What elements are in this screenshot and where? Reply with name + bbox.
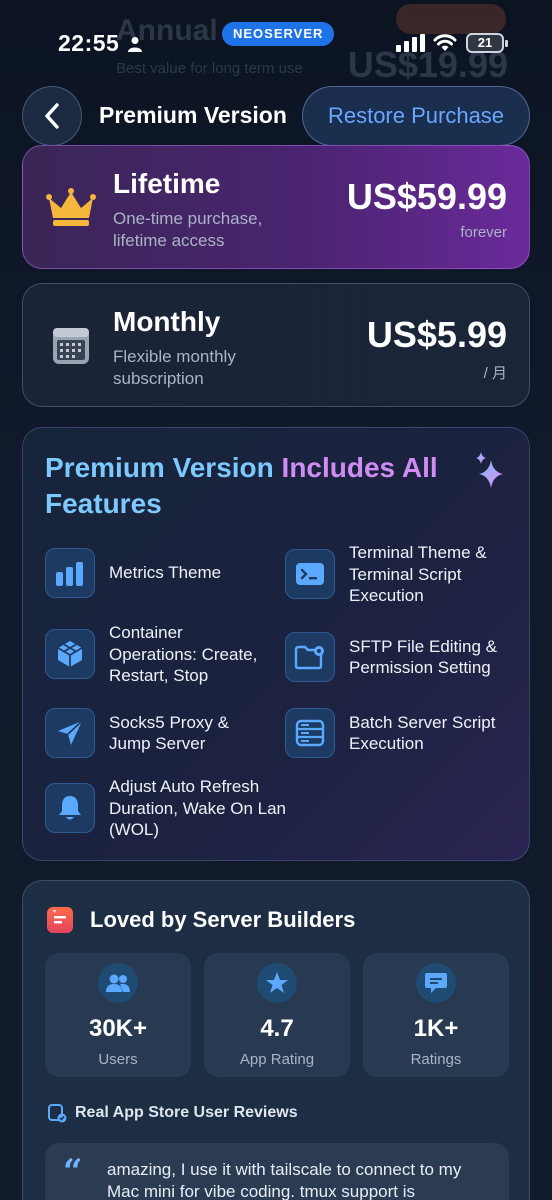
chat-icon [416, 963, 456, 1003]
feature-item-auto-refresh: Adjust Auto Refresh Duration, Wake On La… [45, 776, 295, 841]
verified-icon [48, 1104, 67, 1123]
features-title: Premium Version Includes All Features [45, 450, 475, 522]
feature-item-batch: Batch Server Script Execution [285, 708, 515, 758]
reviews-heading: Real App Store User Reviews [47, 1103, 298, 1123]
folder-gear-icon [285, 632, 335, 682]
page-title: Premium Version [99, 102, 287, 128]
feature-label: Batch Server Script Execution [349, 712, 496, 754]
feature-label: SFTP File Editing & Permission Setting [349, 636, 498, 678]
features-title-part2: Includes All [281, 452, 438, 483]
star-icon [257, 963, 297, 1003]
plan-unit: / 月 [483, 365, 507, 382]
back-button[interactable] [22, 86, 82, 146]
feature-item-socks5: Socks5 Proxy & Jump Server [45, 708, 275, 758]
reviews-heading-label: Real App Store User Reviews [75, 1104, 298, 1121]
feature-item-metrics-theme: Metrics Theme [45, 548, 265, 598]
stat-label: Ratings [410, 1051, 462, 1068]
features-card: Premium Version Includes All Features Me… [22, 427, 530, 861]
feature-label: Terminal Theme & Terminal Script Executi… [349, 543, 487, 605]
plan-price: US$59.99 [346, 176, 507, 217]
stat-app-rating: 4.7 App Rating [204, 953, 350, 1077]
review-text: amazing, I use it with tailscale to conn… [107, 1160, 462, 1200]
feature-item-terminal: Terminal Theme & Terminal Script Executi… [285, 542, 515, 607]
stat-users: 30K+ Users [45, 953, 191, 1077]
crown-icon [46, 188, 96, 226]
stat-label: Users [98, 1051, 138, 1068]
stat-label: App Rating [239, 1051, 315, 1068]
users-icon [98, 963, 138, 1003]
features-title-part3: Features [45, 488, 162, 519]
feature-item-container-ops: Container Operations: Create, Restart, S… [45, 622, 275, 687]
feature-label: Socks5 Proxy & Jump Server [109, 712, 229, 754]
features-title-part1: Premium Version [45, 452, 282, 483]
plan-unit: forever [460, 224, 507, 241]
cellular-signal-icon [396, 34, 425, 52]
plan-card-monthly[interactable]: Monthly Flexible monthly subscription US… [22, 283, 530, 407]
bar-chart-icon [45, 548, 95, 598]
heart-card-icon [47, 907, 73, 933]
container-icon [45, 629, 95, 680]
terminal-icon [285, 549, 335, 600]
restore-purchase-button[interactable]: Restore Purchase [302, 86, 530, 146]
stat-value: 1K+ [413, 1015, 459, 1042]
feature-label: Adjust Auto Refresh Duration, Wake On La… [109, 777, 287, 839]
stat-value: 30K+ [88, 1015, 148, 1042]
plan-price: US$5.99 [366, 314, 507, 355]
social-proof-card: Loved by Server Builders 30K+ Users 4.7 … [22, 880, 530, 1200]
feature-label: Container Operations: Create, Restart, S… [109, 623, 258, 685]
feature-label: Metrics Theme [109, 563, 222, 583]
calendar-icon [53, 328, 89, 364]
plan-name: Lifetime [113, 168, 221, 199]
battery-indicator: 21 [466, 33, 508, 53]
sparkle-icon [476, 452, 503, 488]
plan-name: Monthly [113, 306, 221, 337]
chevron-left-icon [45, 103, 59, 129]
bell-icon [45, 783, 95, 834]
stat-value: 4.7 [260, 1015, 294, 1042]
server-icon [285, 708, 335, 758]
review-card: “ amazing, I use it with tailscale to co… [45, 1143, 509, 1200]
social-proof-title: Loved by Server Builders [90, 907, 356, 932]
status-bar: 22:55 NEOSERVER 21 [0, 0, 552, 90]
feature-item-sftp: SFTP File Editing & Permission Setting [285, 632, 515, 682]
status-time: 22:55 [58, 30, 120, 56]
plan-description: One-time purchase, lifetime access [113, 209, 263, 250]
quote-icon: “ [63, 1152, 83, 1192]
stat-ratings: 1K+ Ratings [363, 953, 509, 1077]
plan-description: Flexible monthly subscription [113, 347, 236, 388]
app-name-pill: NEOSERVER [222, 22, 335, 46]
wifi-icon [433, 34, 457, 51]
paper-plane-icon [45, 708, 95, 758]
plan-card-lifetime[interactable]: Lifetime One-time purchase, lifetime acc… [22, 145, 530, 269]
person-icon [128, 37, 142, 52]
